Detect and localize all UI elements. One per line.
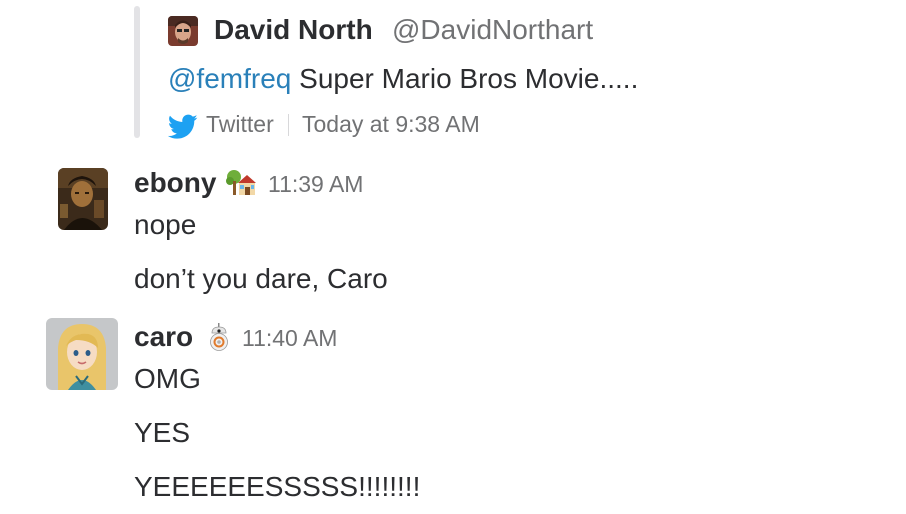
tweet-text: @femfreq Super Mario Bros Movie..... — [168, 62, 638, 96]
avatar-caro[interactable] — [46, 318, 118, 390]
tweet-body: Super Mario Bros Movie..... — [291, 63, 639, 94]
username[interactable]: ebony — [134, 165, 216, 201]
tweet-author-handle[interactable]: @DavidNorthart — [392, 13, 593, 47]
tweet-service-name[interactable]: Twitter — [206, 109, 274, 139]
message-timestamp[interactable]: 11:40 AM — [242, 321, 337, 355]
bb8-droid-emoji-icon — [210, 323, 228, 351]
tweet-author-name[interactable]: David North — [214, 13, 373, 47]
message-text: YEEEEEESSSSS!!!!!!!! — [134, 471, 421, 502]
tweet-timestamp[interactable]: Today at 9:38 AM — [302, 109, 480, 139]
tweet-author-avatar[interactable] — [168, 16, 198, 46]
message-timestamp[interactable]: 11:39 AM — [268, 167, 363, 201]
twitter-bird-icon — [168, 114, 198, 139]
message-text: nope — [134, 209, 197, 240]
message-text: YES — [134, 417, 191, 448]
tweet-attachment: David North @DavidNorthart @femfreq Supe… — [134, 6, 754, 139]
house-with-garden-emoji-icon — [226, 170, 256, 195]
avatar-ebony[interactable] — [58, 168, 108, 230]
message-text: OMG — [134, 363, 201, 394]
message-text: don’t you dare, Caro — [134, 263, 388, 294]
tweet-mention-link[interactable]: @femfreq — [168, 63, 291, 94]
username[interactable]: caro — [134, 319, 193, 355]
footer-divider — [288, 114, 289, 136]
attachment-bar — [134, 6, 140, 138]
